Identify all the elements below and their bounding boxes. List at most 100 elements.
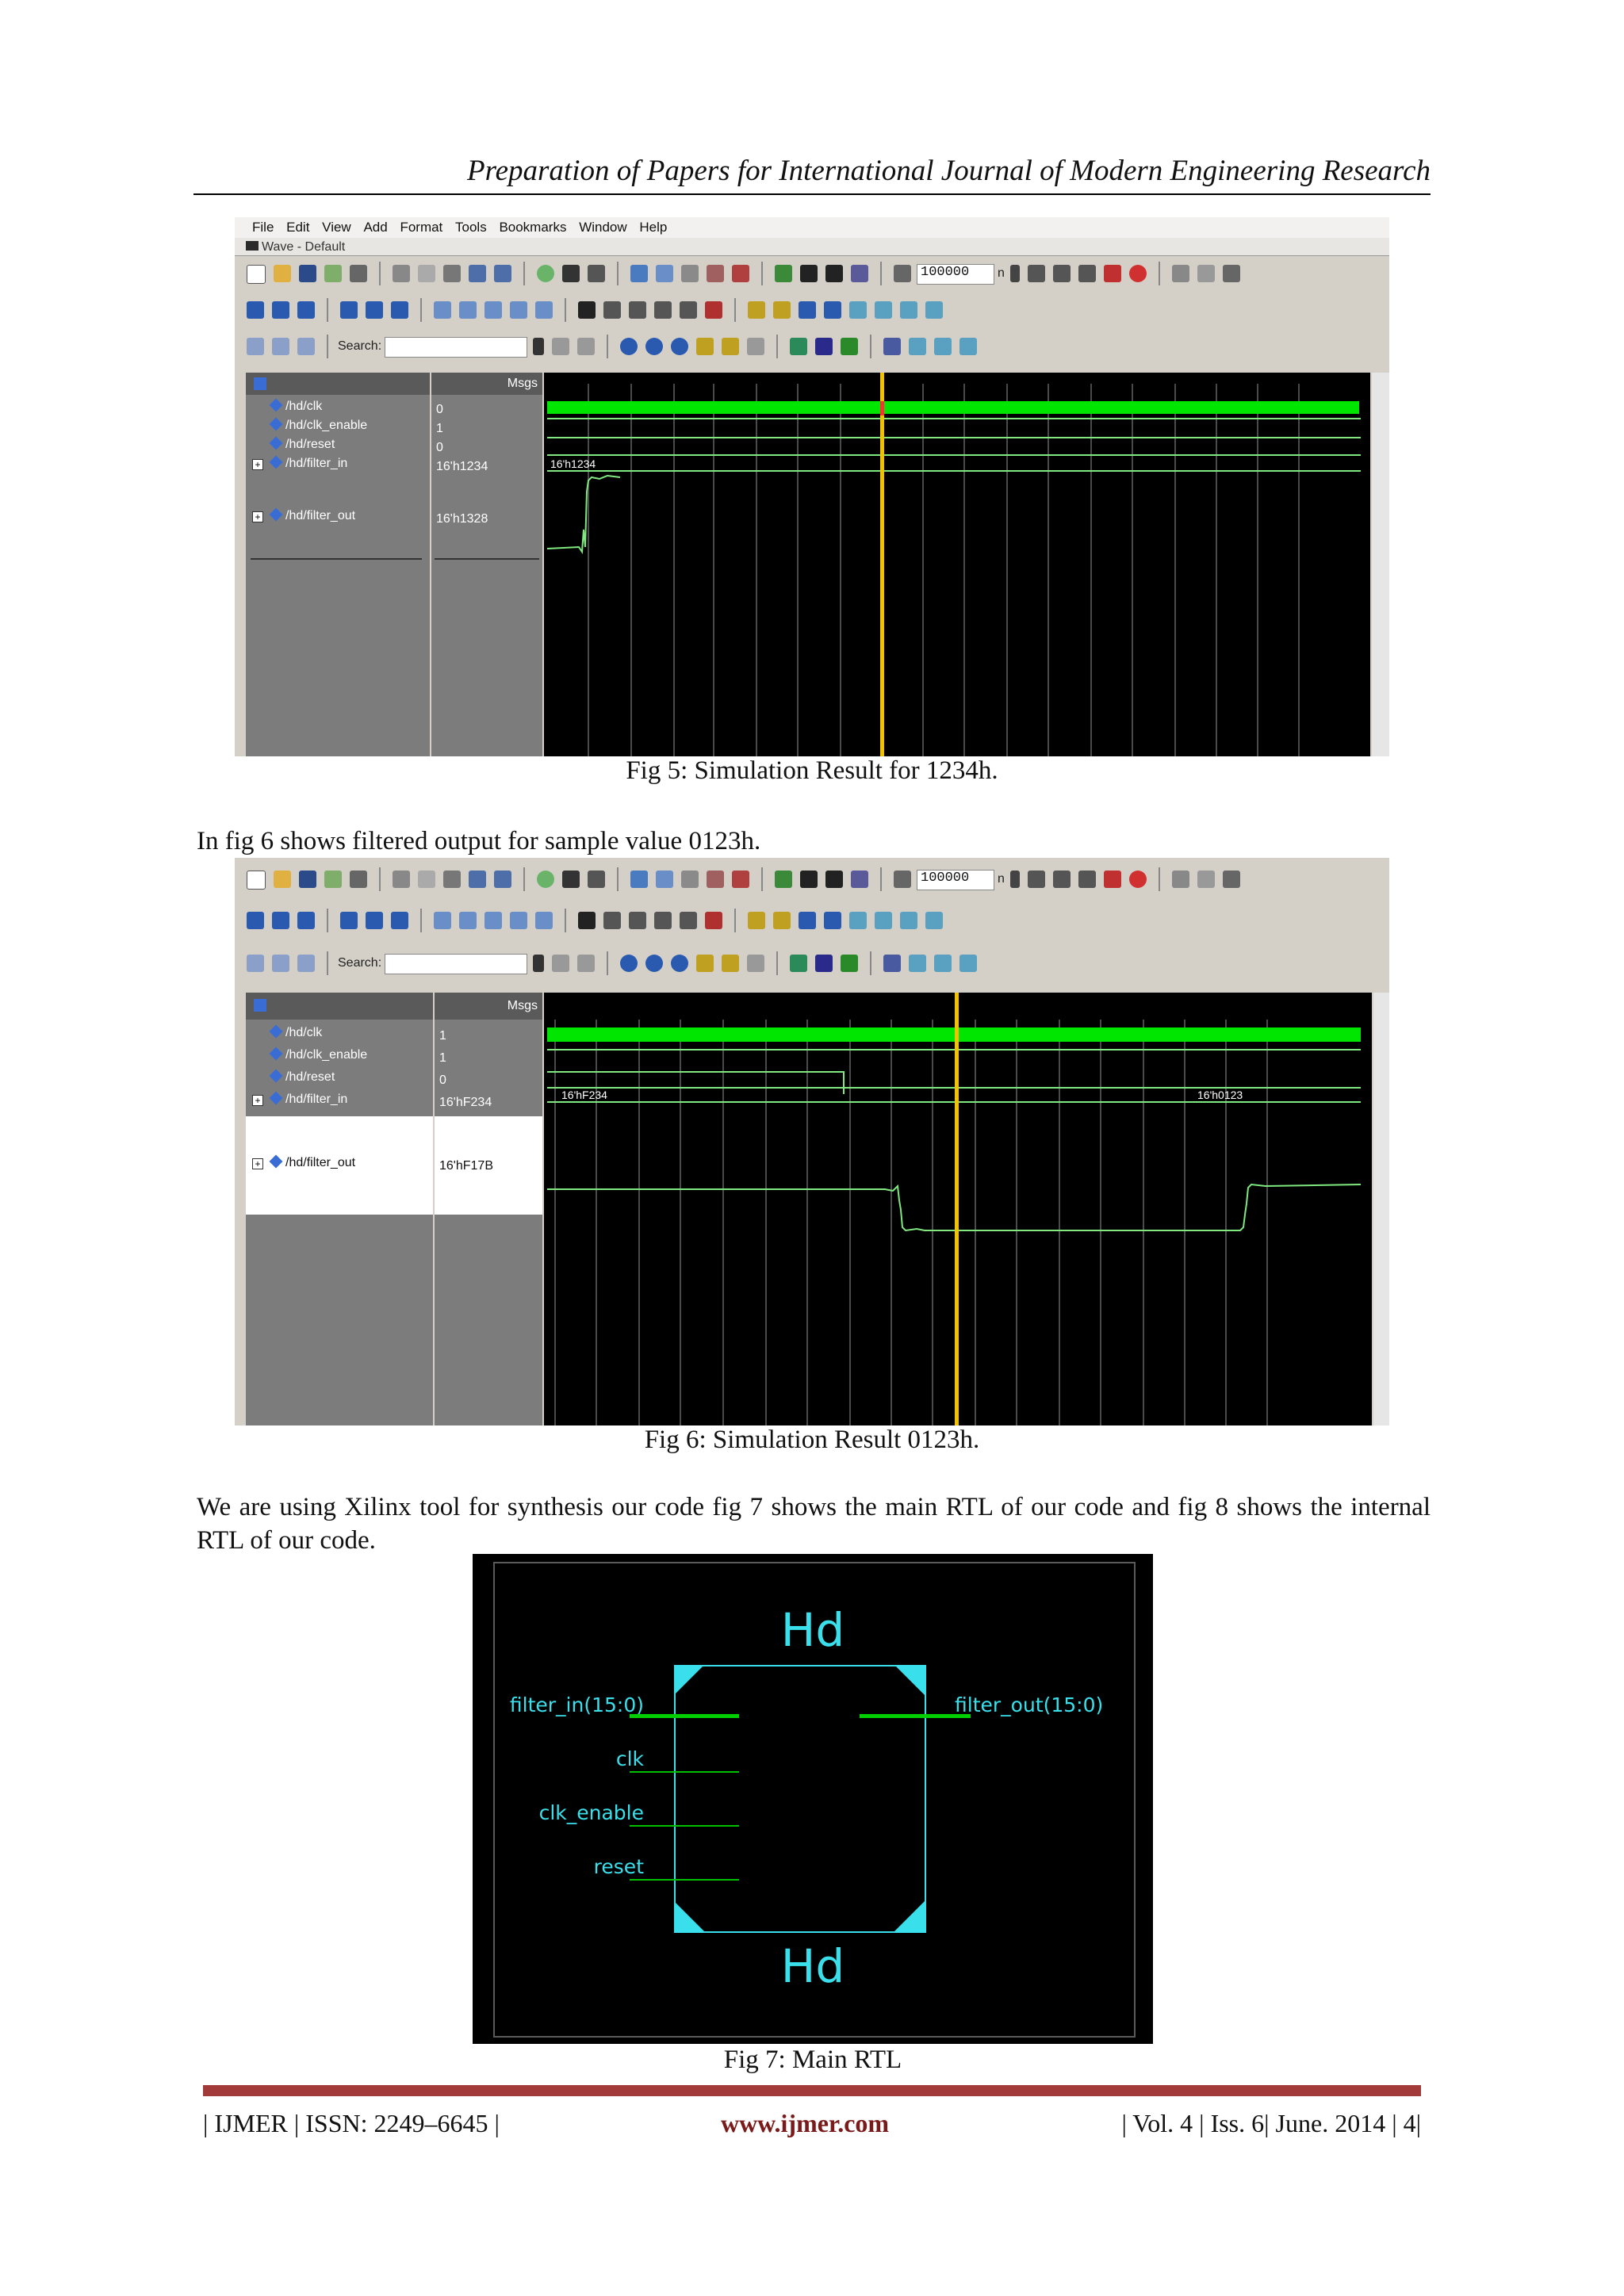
expand-icon[interactable]: + [252,1095,263,1106]
print-icon[interactable] [350,265,367,282]
wave-rise-icon[interactable] [934,338,952,355]
lock-cursor-icon[interactable] [841,955,859,972]
save-icon[interactable] [299,871,316,888]
trace-in-icon[interactable] [247,338,264,355]
compile-all-icon[interactable] [656,871,673,888]
format-icon[interactable] [588,871,605,888]
bookmark-icon[interactable] [705,912,722,929]
wave-insert-icon[interactable] [459,301,477,319]
edge-fall-icon[interactable] [824,912,841,929]
step-icon[interactable] [340,301,358,319]
new-file-icon[interactable] [247,871,266,890]
signal-row-filter-out[interactable]: + /hd/filter_out [246,507,452,528]
open-folder-icon[interactable] [274,265,291,282]
print-icon[interactable] [350,871,367,888]
open-folder-icon[interactable] [274,871,291,888]
redo-icon[interactable] [494,871,511,888]
simulate-icon[interactable] [681,871,699,888]
compile-all-icon[interactable] [656,265,673,282]
paste-icon[interactable] [443,871,461,888]
signal-row-filter-in[interactable]: + /hd/filter_in [246,1091,452,1112]
menu-file[interactable]: File [252,220,274,235]
edit-mode-icon[interactable] [680,912,697,929]
find-icon[interactable] [562,871,580,888]
signal-list-icon[interactable] [254,377,266,390]
insert-cursor-icon[interactable] [790,955,808,972]
stop-sim-icon[interactable] [1128,265,1147,282]
edge-select-icon[interactable] [900,912,917,929]
edge-fall-icon[interactable] [824,301,841,319]
edge-any-icon[interactable] [849,912,867,929]
undo-icon[interactable] [469,265,486,282]
lock-cursor-icon[interactable] [841,338,859,355]
edge-clear-icon[interactable] [875,301,892,319]
edge-select-icon[interactable] [900,301,917,319]
zoom-full-icon[interactable] [671,338,689,355]
layout-2-icon[interactable] [1197,265,1215,282]
copy-icon[interactable] [418,265,435,282]
wave-divider-icon[interactable] [485,301,502,319]
layout-icon[interactable] [1171,265,1189,282]
menu-format[interactable]: Format [400,220,442,235]
left-arrow-icon[interactable] [825,871,843,888]
right-arrow-icon[interactable] [851,871,868,888]
new-file-icon[interactable] [247,265,266,284]
wave-group-icon[interactable] [510,912,527,929]
wave-style-icon[interactable] [883,338,902,355]
expand-icon[interactable]: + [252,511,263,522]
undo-icon[interactable] [469,871,486,888]
signal-row-reset[interactable]: /hd/reset [246,1069,452,1089]
pan-mode-icon[interactable] [629,912,646,929]
hand-icon[interactable] [1222,871,1240,888]
paste-icon[interactable] [443,265,461,282]
signal-row-clk[interactable]: /hd/clk [246,1024,452,1045]
trace-x-icon[interactable] [297,338,315,355]
wave-divider-icon[interactable] [485,912,502,929]
wave-fall-icon[interactable] [959,338,978,355]
wave-step-icon[interactable] [909,338,927,355]
wave-vertical-scrollbar[interactable] [1372,373,1389,756]
redo-icon[interactable] [494,265,511,282]
copy-icon[interactable] [418,871,435,888]
edge-any-icon[interactable] [849,301,867,319]
run-step-icon[interactable] [1027,265,1045,282]
step-over-icon[interactable] [272,301,289,319]
spinner-icon[interactable] [1009,265,1020,282]
break-icon[interactable] [707,871,724,888]
search-prev-icon[interactable] [552,338,570,355]
add-wave-icon[interactable] [775,265,792,282]
zoom-in-icon[interactable] [620,338,638,355]
wave-add-icon[interactable] [434,301,451,319]
search-next-icon[interactable] [577,338,596,355]
edge-prev-icon[interactable] [773,912,791,929]
bookmark-icon[interactable] [705,301,722,319]
run-step-icon[interactable] [1027,871,1045,888]
zoom-cursor-icon[interactable] [696,955,714,972]
zoom-out-icon[interactable] [645,955,664,972]
time-unit-label[interactable]: n [998,266,1005,281]
layout-2-icon[interactable] [1197,871,1215,888]
footer-website-link[interactable]: www.ijmer.com [555,2109,1055,2138]
waveform-pane[interactable]: 16'hF234 16'h0123 [544,993,1372,1425]
trace-out-icon[interactable] [272,955,289,972]
menu-tools[interactable]: Tools [455,220,487,235]
signal-row-clk-enable[interactable]: /hd/clk_enable [246,1047,452,1067]
restart-icon[interactable] [894,265,911,282]
run-length-input[interactable]: 100000 [917,264,994,285]
edge-clear-icon[interactable] [875,912,892,929]
wave-expand-icon[interactable] [535,301,553,319]
select-pointer-icon[interactable] [578,912,596,929]
refresh-icon[interactable] [324,265,342,282]
pan-mode-icon[interactable] [629,301,646,319]
format-icon[interactable] [588,265,605,282]
step-out-icon[interactable] [297,912,315,929]
step-out-icon[interactable] [297,301,315,319]
step-into-icon[interactable] [247,912,264,929]
zoom-last-icon[interactable] [747,955,765,972]
signal-row-filter-in[interactable]: + /hd/filter_in [246,455,452,476]
expand-icon[interactable]: + [252,1158,263,1169]
zoom-range-icon[interactable] [722,338,740,355]
step-up-icon[interactable] [391,301,408,319]
menu-edit[interactable]: Edit [286,220,309,235]
edit-mode-icon[interactable] [680,301,697,319]
